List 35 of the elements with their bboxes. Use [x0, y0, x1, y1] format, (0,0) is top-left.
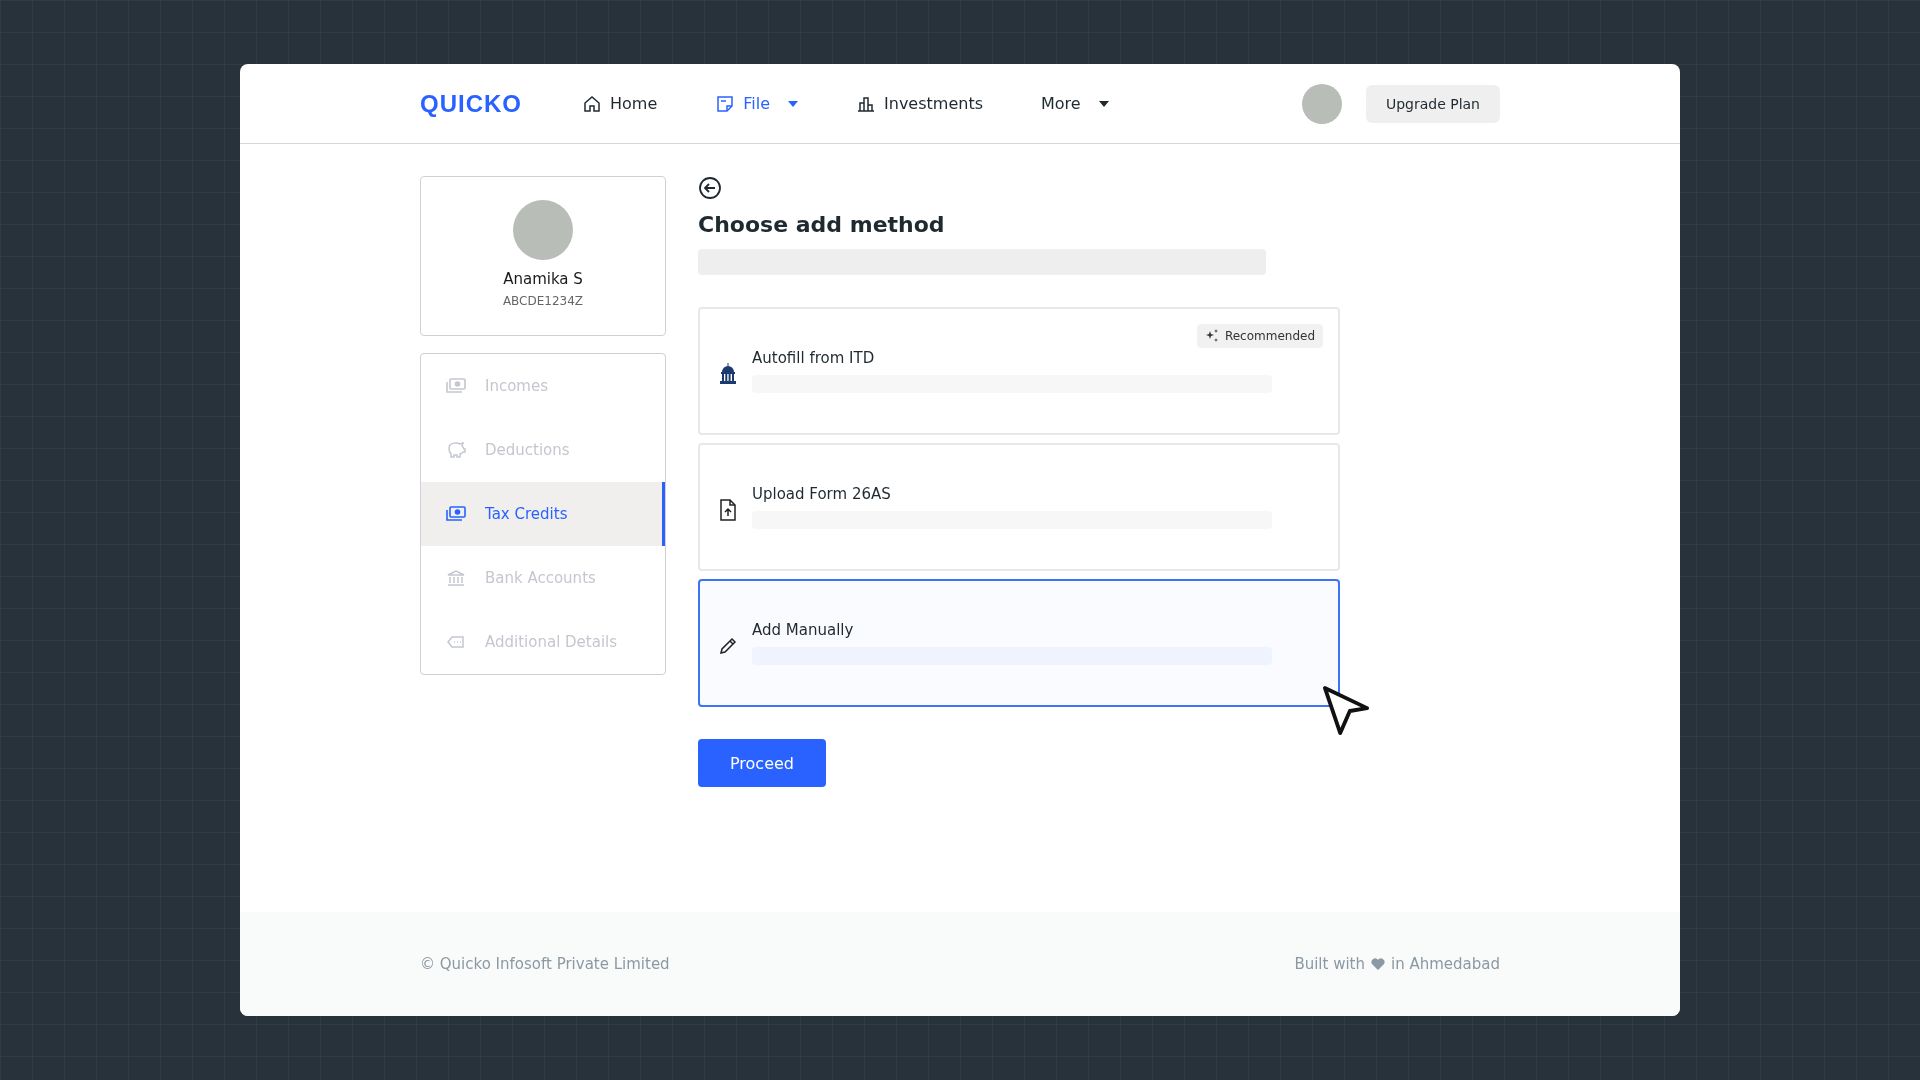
method-option-card[interactable]: Recommended Autofill from ITD — [698, 307, 1340, 435]
option-title: Upload Form 26AS — [752, 485, 892, 503]
piggy-bank-icon — [445, 440, 467, 460]
home-icon — [582, 93, 602, 114]
government-building-icon — [718, 363, 738, 385]
nav-link[interactable]: More — [1041, 93, 1109, 114]
nav-link[interactable]: Home — [582, 93, 658, 114]
avatar — [513, 200, 573, 260]
built-with-text: Built with — [1294, 955, 1365, 973]
pointer-cursor-icon — [1322, 685, 1370, 737]
sidebar-item[interactable]: Tax Credits — [421, 482, 665, 546]
nav-link[interactable]: Investments — [856, 93, 983, 114]
page-title: Choose add method — [698, 212, 946, 237]
cash-icon — [445, 376, 467, 396]
location-text: in Ahmedabad — [1391, 955, 1500, 973]
pencil-icon — [718, 635, 738, 657]
copyright-text: © Quicko Infosoft Private Limited — [420, 955, 670, 973]
document-icon — [715, 93, 736, 114]
cash-icon — [445, 504, 467, 524]
proceed-button[interactable]: Proceed — [698, 739, 826, 787]
logo[interactable]: QUICKO — [420, 89, 522, 118]
upgrade-plan-button[interactable]: Upgrade Plan — [1365, 84, 1500, 123]
nav-link[interactable]: File — [715, 93, 799, 114]
recommended-badge: Recommended — [1196, 324, 1323, 348]
heart-icon — [1371, 958, 1385, 970]
bank-icon — [445, 568, 467, 588]
option-title: Add Manually — [752, 621, 855, 639]
option-title: Autofill from ITD — [752, 349, 876, 367]
pan-number: ABCDE1234Z — [502, 294, 584, 308]
caret-icon — [1098, 100, 1109, 107]
user-name: Anamika S — [503, 270, 583, 288]
file-upload-icon — [718, 499, 738, 521]
method-option-card[interactable]: Add Manually — [698, 579, 1340, 707]
method-option-card[interactable]: Upload Form 26AS — [698, 443, 1340, 571]
caret-icon — [788, 100, 799, 107]
